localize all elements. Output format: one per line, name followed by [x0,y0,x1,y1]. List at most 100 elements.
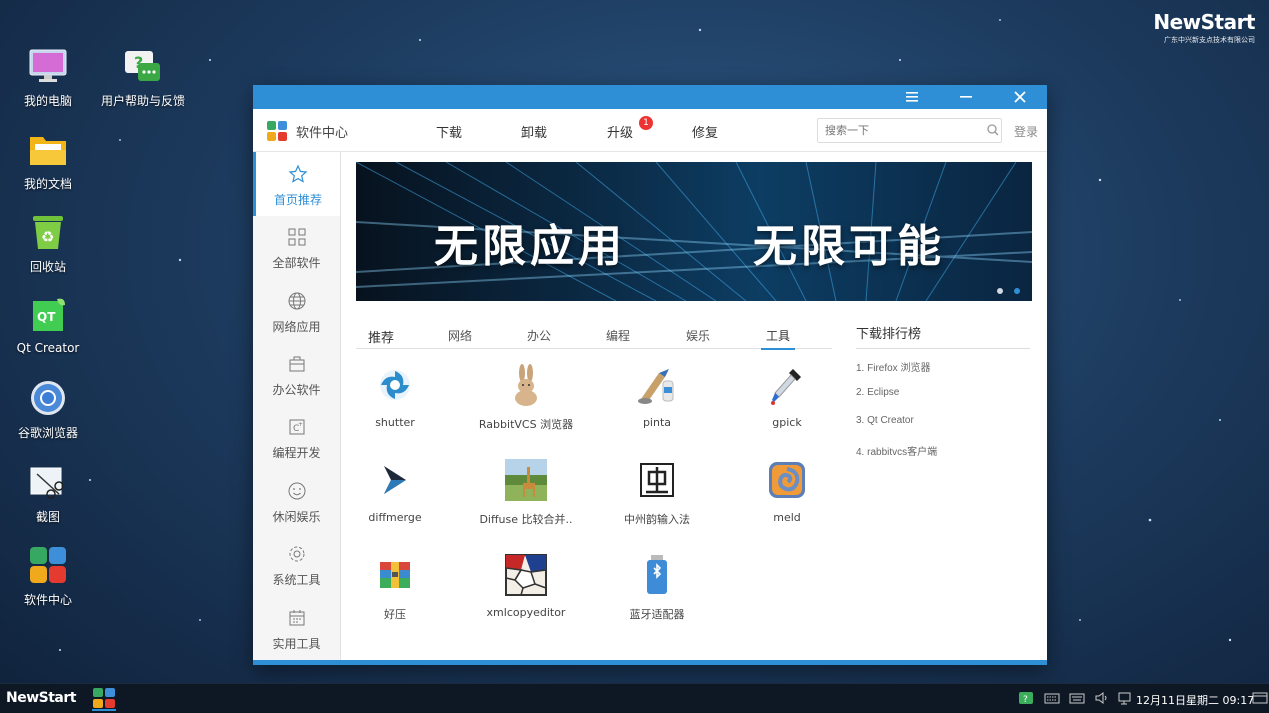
ranking-item[interactable]: 1. Firefox 浏览器 [856,359,1030,377]
brand-name: NewStart [1153,10,1255,34]
window-titlebar[interactable] [253,85,1047,109]
volume-icon[interactable] [1094,691,1110,705]
desktop-icon-label: 回收站 [29,260,66,274]
app-item-diffmerge[interactable]: diffmerge [335,459,455,524]
login-link[interactable]: 登录 [1014,123,1038,140]
app-name: 蓝牙适配器 [629,608,685,621]
star-icon [288,164,308,183]
tab-programming[interactable]: 编程 [606,327,630,344]
tab-office[interactable]: 办公 [527,327,551,344]
sidebar-item-all[interactable]: 全部软件 [253,215,340,279]
sidebar-item-utilities[interactable]: 实用工具 [253,596,340,660]
sidebar-item-label: 办公软件 [272,383,321,397]
sidebar-item-label: 首页推荐 [273,193,322,207]
category-sidebar: 首页推荐 全部软件 网络应用 办公软件 C + 编程开发 休闲娱乐 系统工具 实用 [253,152,341,660]
keyboard-icon[interactable] [1044,691,1060,705]
clock[interactable]: 12月11日星期二 09:17 [1136,692,1254,708]
taskbar-software-center-icon[interactable] [92,687,116,711]
software-center-window: 软件中心 下载 卸载 升级 1 修复 登录 首页推荐 全部软件 网络应用 办公软… [253,85,1047,665]
search-input[interactable] [817,118,1002,143]
brand-logo: NewStart 广东中兴新支点技术有限公司 [1153,10,1255,45]
app-title: 软件中心 [296,126,349,141]
app-name: gpick [772,416,802,429]
banner-slogan-left: 无限应用 [434,221,626,272]
tab-entertainment[interactable]: 娱乐 [686,327,710,344]
desktop-icon-trash[interactable]: ♻ 回收站 [0,212,96,275]
folder-icon [28,129,68,169]
sidebar-item-label: 全部软件 [272,256,321,270]
desktop-icon-help[interactable]: ? 用户帮助与反馈 [95,46,191,109]
desktop-icon-computer[interactable]: 我的电脑 [0,46,96,109]
app-name: 好压 [384,608,406,621]
sidebar-item-office[interactable]: 办公软件 [253,342,340,406]
ranking-item[interactable]: 3. Qt Creator [856,415,1030,433]
app-item-bluetooth[interactable]: 蓝牙适配器 [597,554,717,622]
download-ranking: 下载排行榜 1. Firefox 浏览器 2. Eclipse 3. Qt Cr… [856,323,1030,461]
help-tray-icon[interactable]: ? [1018,691,1034,705]
sidebar-item-programming[interactable]: C + 编程开发 [253,405,340,469]
input-method-icon [636,459,678,501]
tab-network[interactable]: 网络 [448,327,472,344]
tab-tools[interactable]: 工具 [761,327,796,350]
hamburger-icon [906,92,918,102]
sidebar-item-network[interactable]: 网络应用 [253,279,340,343]
app-name: shutter [375,416,415,429]
app-item-diffuse[interactable]: Diffuse 比较合并.. [466,459,586,527]
app-item-gpick[interactable]: gpick [727,364,847,429]
app-name: pinta [642,416,672,429]
tab-recommended[interactable]: 推荐 [368,327,394,346]
desktop-icon-label: 软件中心 [23,593,72,607]
giraffe-photo-icon [505,459,547,501]
nav-upgrade[interactable]: 升级 [607,122,633,141]
top-navbar: 软件中心 下载 卸载 升级 1 修复 登录 [253,109,1047,152]
start-menu-button[interactable]: NewStart [6,690,76,706]
nav-repair[interactable]: 修复 [692,122,718,141]
app-item-haozip[interactable]: 好压 [335,554,455,622]
search-icon[interactable] [986,123,1000,137]
svg-text:QT: QT [37,310,56,324]
desktop-icon-screenshot[interactable]: 截图 [0,462,96,525]
ranking-item[interactable]: 2. Eclipse [856,387,1030,405]
app-item-rabbitvcs[interactable]: RabbitVCS 浏览器 [466,364,586,432]
input-method-tray-icon[interactable] [1069,691,1085,705]
carousel-dot-active[interactable] [1014,288,1020,294]
desktop-icon-qtcreator[interactable]: QT Qt Creator [0,295,96,355]
show-desktop-icon[interactable] [1252,691,1268,705]
sidebar-item-system-tools[interactable]: 系统工具 [253,532,340,596]
app-name: Diffuse 比较合并.. [479,513,573,526]
sidebar-item-home[interactable]: 首页推荐 [253,152,340,216]
minimize-button[interactable] [939,85,993,109]
svg-text:♻: ♻ [41,228,54,246]
app-item-shutter[interactable]: shutter [335,364,455,429]
carousel-dot[interactable] [997,288,1003,294]
help-feedback-icon: ? [123,46,163,86]
sidebar-item-label: 实用工具 [272,637,321,651]
app-item-meld[interactable]: meld [727,459,847,524]
app-name: xmlcopyeditor [486,606,566,619]
computer-icon [28,46,68,86]
bluetooth-icon [636,554,678,596]
eyedropper-icon [766,364,808,406]
network-icon[interactable] [1117,691,1133,705]
app-name: diffmerge [368,511,422,524]
calendar-icon [289,610,304,626]
app-item-pinta[interactable]: pinta [597,364,717,429]
desktop-icon-documents[interactable]: 我的文档 [0,129,96,192]
smile-icon [288,482,305,500]
code-icon: C+ [289,419,304,435]
desktop-icon-chrome[interactable]: 谷歌浏览器 [0,378,96,441]
nav-download[interactable]: 下载 [436,122,462,141]
nav-uninstall[interactable]: 卸载 [521,122,547,141]
close-button[interactable] [993,85,1047,109]
app-name: RabbitVCS 浏览器 [478,418,574,431]
archive-icon [374,554,416,596]
app-item-zhongzhouyun[interactable]: 中州韵输入法 [597,459,717,527]
menu-button[interactable] [885,85,939,109]
close-icon [1014,91,1026,103]
desktop-icon-software-center[interactable]: 软件中心 [0,545,96,608]
xml-editor-icon [505,554,547,596]
promo-banner[interactable]: 无限应用 无限可能 [356,162,1032,301]
app-item-xmlcopyeditor[interactable]: xmlcopyeditor [466,554,586,619]
ranking-item[interactable]: 4. rabbitvcs客户端 [856,443,1030,461]
sidebar-item-entertainment[interactable]: 休闲娱乐 [253,469,340,533]
